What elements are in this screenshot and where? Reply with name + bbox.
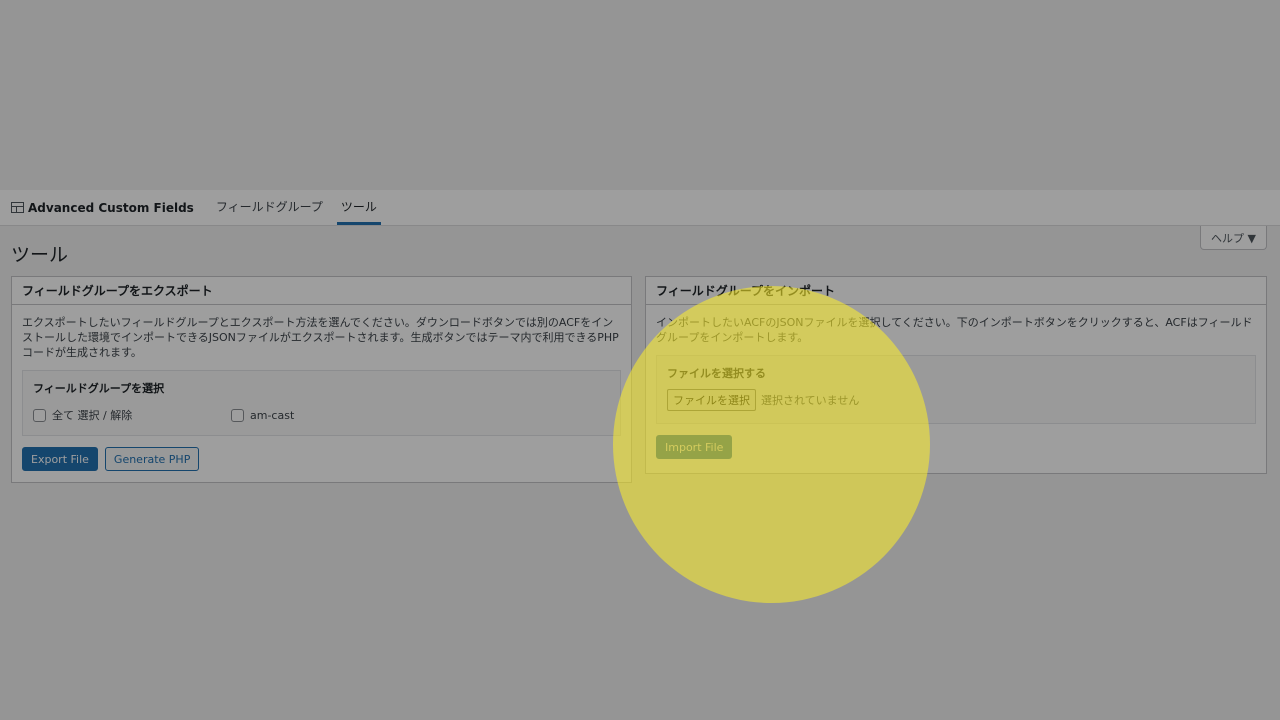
help-label: ヘルプ ▼ <box>1211 231 1256 245</box>
option-label: 全て 選択 / 解除 <box>52 409 133 422</box>
file-select-box: ファイルを選択する ファイルを選択 選択されていません <box>656 355 1256 424</box>
generate-php-button[interactable]: Generate PHP <box>104 447 200 471</box>
tab-label: ツール <box>340 199 377 214</box>
file-input[interactable]: ファイルを選択 選択されていません <box>667 389 1245 411</box>
choose-file-button[interactable]: ファイルを選択 <box>667 389 756 411</box>
import-panel: フィールドグループをインポート インポートしたいACFのJSONファイルを選択し… <box>645 276 1267 474</box>
export-actions: Export File Generate PHP <box>22 447 621 471</box>
field-group-options: 全て 選択 / 解除 am-cast <box>33 408 610 423</box>
import-file-button[interactable]: Import File <box>656 435 733 459</box>
file-title: ファイルを選択する <box>667 367 766 380</box>
import-description: インポートしたいACFのJSONファイルを選択してください。下のインポートボタン… <box>656 316 1253 344</box>
field-group-select-box: フィールドグループを選択 全て 選択 / 解除 am-cast <box>22 370 621 436</box>
export-file-button[interactable]: Export File <box>22 447 98 471</box>
brand[interactable]: Advanced Custom Fields <box>11 190 194 225</box>
import-heading: フィールドグループをインポート <box>646 277 1266 305</box>
tab-label: フィールドグループ <box>215 199 323 214</box>
option-label: am-cast <box>250 409 295 422</box>
checkbox[interactable] <box>231 409 244 422</box>
file-status: 選択されていません <box>761 393 860 407</box>
tab-tools[interactable]: ツール <box>336 190 381 225</box>
export-heading: フィールドグループをエクスポート <box>12 277 631 305</box>
select-title: フィールドグループを選択 <box>33 382 165 395</box>
am-cast-option[interactable]: am-cast <box>231 408 429 423</box>
export-panel: フィールドグループをエクスポート エクスポートしたいフィールドグループとエクスポ… <box>11 276 632 483</box>
top-nav-bar: Advanced Custom Fields フィールドグループ ツール <box>0 190 1280 226</box>
brand-label: Advanced Custom Fields <box>28 200 194 215</box>
import-actions: Import File <box>656 435 1256 459</box>
help-button[interactable]: ヘルプ ▼ <box>1200 226 1267 250</box>
export-body: エクスポートしたいフィールドグループとエクスポート方法を選んでください。ダウンロ… <box>12 305 631 481</box>
toggle-all-option[interactable]: 全て 選択 / 解除 <box>33 408 231 423</box>
tab-field-groups[interactable]: フィールドグループ <box>212 190 327 225</box>
checkbox[interactable] <box>33 409 46 422</box>
export-description: エクスポートしたいフィールドグループとエクスポート方法を選んでください。ダウンロ… <box>22 316 619 359</box>
import-body: インポートしたいACFのJSONファイルを選択してください。下のインポートボタン… <box>646 305 1266 469</box>
table-icon <box>11 202 24 213</box>
page-title: ツール <box>11 244 69 266</box>
